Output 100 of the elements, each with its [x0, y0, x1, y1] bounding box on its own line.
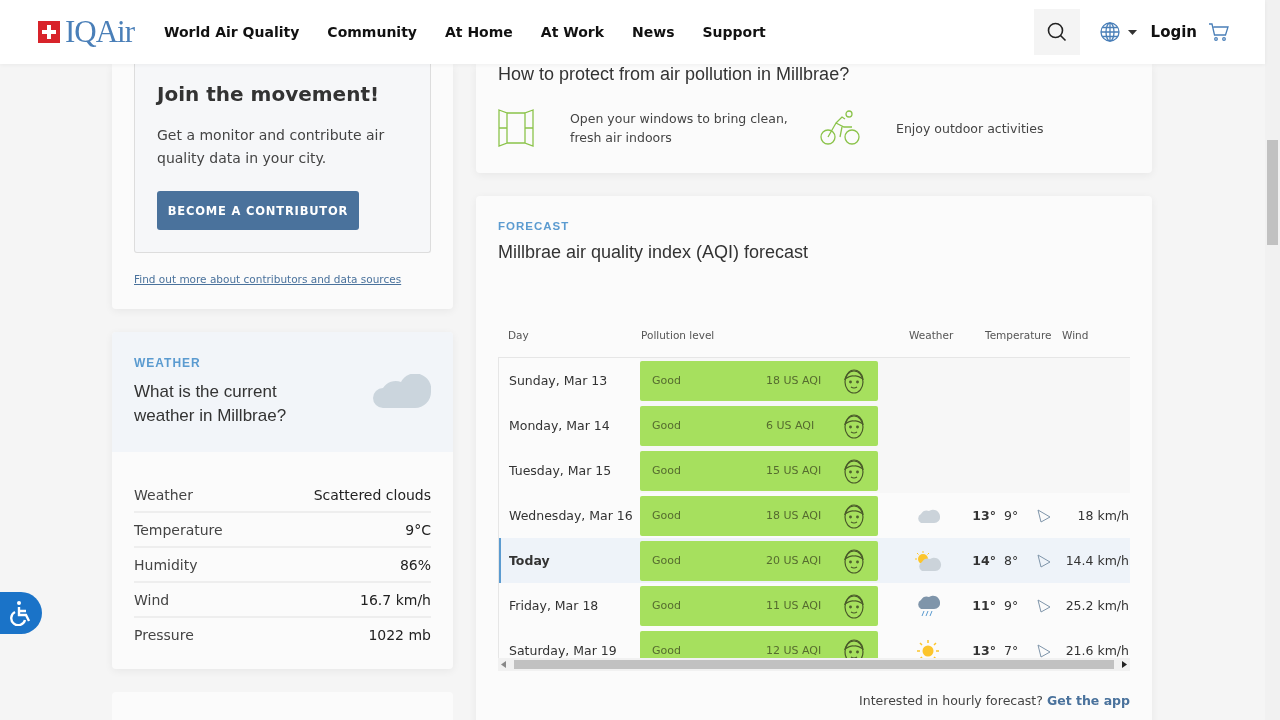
- sun-cloud-icon: [914, 550, 942, 571]
- column-header: Weather: [908, 329, 955, 341]
- horizontal-scrollbar[interactable]: [498, 658, 1130, 671]
- low-temperature: 9°: [1003, 598, 1020, 613]
- day-label: Monday, Mar 14: [499, 403, 640, 448]
- wind-speed: 18 km/h: [1076, 508, 1129, 523]
- aqi-value: 15 US AQI: [766, 464, 823, 477]
- recommendation-text: Open your windows to bring clean, fresh air indoors: [570, 110, 789, 147]
- wind-direction-icon: [1036, 508, 1051, 523]
- high-temperature: 13°: [971, 643, 996, 658]
- cloud-icon: [916, 508, 940, 523]
- recommendation-text: Enjoy outdoor activities: [896, 119, 1044, 138]
- window-icon: [498, 109, 534, 147]
- cloud-icon: [373, 374, 431, 408]
- wind-direction-icon: [1036, 553, 1051, 568]
- search-button[interactable]: [1033, 9, 1080, 55]
- forecast-row[interactable]: Tuesday, Mar 15 Good 15 US AQI: [499, 448, 1130, 493]
- section-label: FORECAST: [498, 220, 571, 232]
- weather-label: Temperature: [134, 521, 223, 538]
- cyclist-icon: [820, 110, 860, 146]
- forecast-row[interactable]: Sunday, Mar 13 Good 18 US AQI: [499, 358, 1130, 403]
- column-header: Wind: [1061, 329, 1090, 341]
- nav-link[interactable]: World Air Quality: [164, 24, 300, 40]
- face-icon: [842, 591, 866, 620]
- high-temperature: 11°: [971, 598, 996, 613]
- column-header: Temperature: [984, 329, 1052, 341]
- day-label: Today: [508, 553, 551, 568]
- aqi-level: Good: [652, 374, 682, 387]
- weather-label: Weather: [134, 486, 193, 503]
- rain-cloud-icon: [916, 594, 940, 617]
- sun-icon: [917, 639, 939, 658]
- day-label: Saturday, Mar 19: [508, 643, 618, 658]
- nav-link[interactable]: Community: [327, 24, 417, 40]
- accessibility-button[interactable]: [0, 592, 42, 634]
- weather-label: Wind: [134, 591, 170, 608]
- wind-direction-icon: [1036, 598, 1051, 613]
- high-temperature: 13°: [971, 508, 996, 523]
- wind-speed: 21.6 km/h: [1064, 643, 1129, 658]
- weather-value: 1022 mb: [368, 626, 431, 643]
- weather-title: What is the current weather in Millbrae?: [134, 381, 288, 427]
- globe-icon: [1099, 22, 1120, 42]
- scroll-right-icon[interactable]: [1122, 661, 1127, 668]
- aqi-value: 12 US AQI: [766, 644, 823, 657]
- day-label: Wednesday, Mar 16: [508, 508, 634, 523]
- aqi-value: 20 US AQI: [766, 554, 823, 567]
- nav-link[interactable]: News: [632, 24, 675, 40]
- face-icon: [842, 456, 866, 485]
- weather-value: Scattered clouds: [313, 486, 431, 503]
- day-label: Friday, Mar 18: [508, 598, 600, 613]
- nav-link[interactable]: At Home: [445, 24, 513, 40]
- get-app-link[interactable]: Get the app: [1046, 693, 1130, 708]
- low-temperature: 9°: [1003, 508, 1020, 523]
- wind-speed: 14.4 km/h: [1064, 553, 1129, 568]
- forecast-row[interactable]: Friday, Mar 18 Good 11 US AQI 11° 9° 25.2 km/h: [499, 583, 1130, 628]
- forecast-title: Millbrae air quality index (AQI) forecast: [498, 242, 810, 263]
- aqi-level: Good: [652, 419, 682, 432]
- protect-title: How to protect from air pollution in Millbrae?: [498, 64, 851, 85]
- aqi-level: Good: [652, 509, 682, 522]
- weather-value: 9°C: [405, 521, 431, 538]
- cart-icon[interactable]: [1209, 23, 1229, 41]
- day-label: Sunday, Mar 13: [499, 358, 640, 403]
- language-selector[interactable]: [1099, 22, 1137, 42]
- forecast-row[interactable]: Monday, Mar 14 Good 6 US AQI: [499, 403, 1130, 448]
- contributors-link[interactable]: Find out more about contributors and data sources: [134, 273, 402, 285]
- search-icon: [1046, 22, 1067, 42]
- column-header: Pollution level: [640, 329, 716, 341]
- logo-text[interactable]: IQAir: [65, 14, 135, 50]
- weather-label: Pressure: [134, 626, 194, 643]
- face-icon: [842, 546, 866, 575]
- aqi-level: Good: [652, 464, 682, 477]
- vertical-scrollbar[interactable]: [1265, 0, 1280, 720]
- face-icon: [842, 411, 866, 440]
- column-header: Day: [507, 329, 530, 341]
- aqi-level: Good: [652, 644, 682, 657]
- day-label: Tuesday, Mar 15: [499, 448, 640, 493]
- weather-value: 86%: [399, 556, 431, 573]
- aqi-level: Good: [652, 554, 682, 567]
- aqi-level: Good: [652, 599, 682, 612]
- aqi-value: 11 US AQI: [766, 599, 823, 612]
- join-title: Join the movement!: [157, 82, 381, 106]
- join-description: Get a monitor and contribute air quality data in your city.: [157, 126, 386, 168]
- forecast-row[interactable]: Saturday, Mar 19 Good 12 US AQI 13° 7° 21.6 km/h: [499, 628, 1130, 658]
- swiss-cross-icon: [38, 21, 60, 43]
- face-icon: [842, 636, 866, 658]
- section-label: WEATHER: [134, 356, 202, 370]
- wind-direction-icon: [1036, 643, 1051, 658]
- nav-link[interactable]: At Work: [540, 24, 604, 40]
- hourly-forecast-text: Interested in hourly forecast?: [859, 693, 1043, 708]
- nav-link[interactable]: Support: [702, 24, 766, 40]
- scroll-left-icon[interactable]: [501, 661, 506, 668]
- login-link[interactable]: Login: [1150, 23, 1197, 41]
- forecast-row[interactable]: Today Good 20 US AQI 14° 8° 14.4 km/h: [499, 538, 1130, 583]
- face-icon: [842, 366, 866, 395]
- low-temperature: 7°: [1003, 643, 1020, 658]
- aqi-value: 6 US AQI: [766, 419, 816, 432]
- forecast-row[interactable]: Wednesday, Mar 16 Good 18 US AQI 13° 9° 18 km/h: [499, 493, 1130, 538]
- become-contributor-button[interactable]: BECOME A CONTRIBUTOR: [157, 191, 359, 230]
- low-temperature: 8°: [1003, 553, 1020, 568]
- aqi-value: 18 US AQI: [766, 374, 823, 387]
- caret-icon: [1127, 29, 1137, 35]
